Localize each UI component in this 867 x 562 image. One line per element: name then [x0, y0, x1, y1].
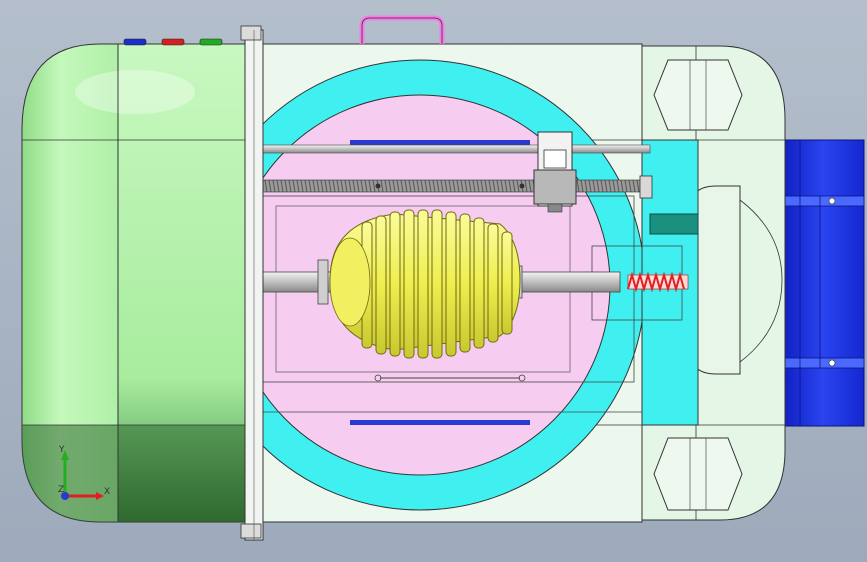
hex-nut-bottom — [653, 437, 743, 511]
green-indicator-icon[interactable] — [199, 38, 223, 46]
compression-spring — [627, 271, 689, 293]
x-axis-label: X — [104, 487, 110, 497]
y-axis-label: Y — [58, 445, 65, 455]
z-axis-label: Z — [58, 485, 64, 495]
motor-block — [781, 139, 865, 427]
hex-nut-top — [653, 59, 743, 131]
left-housing — [21, 43, 251, 523]
cad-viewport[interactable]: Y X Z — [0, 0, 867, 562]
red-indicator-icon[interactable] — [161, 38, 185, 46]
indicator-buttons — [123, 38, 223, 46]
blue-indicator-icon[interactable] — [123, 38, 147, 46]
ridged-egg — [329, 209, 521, 359]
teal-bracket — [649, 213, 699, 235]
guide-rod — [249, 144, 651, 154]
top-handle — [359, 15, 445, 44]
carriage — [533, 131, 577, 213]
assembly-drawing: Y X Z — [21, 15, 865, 541]
